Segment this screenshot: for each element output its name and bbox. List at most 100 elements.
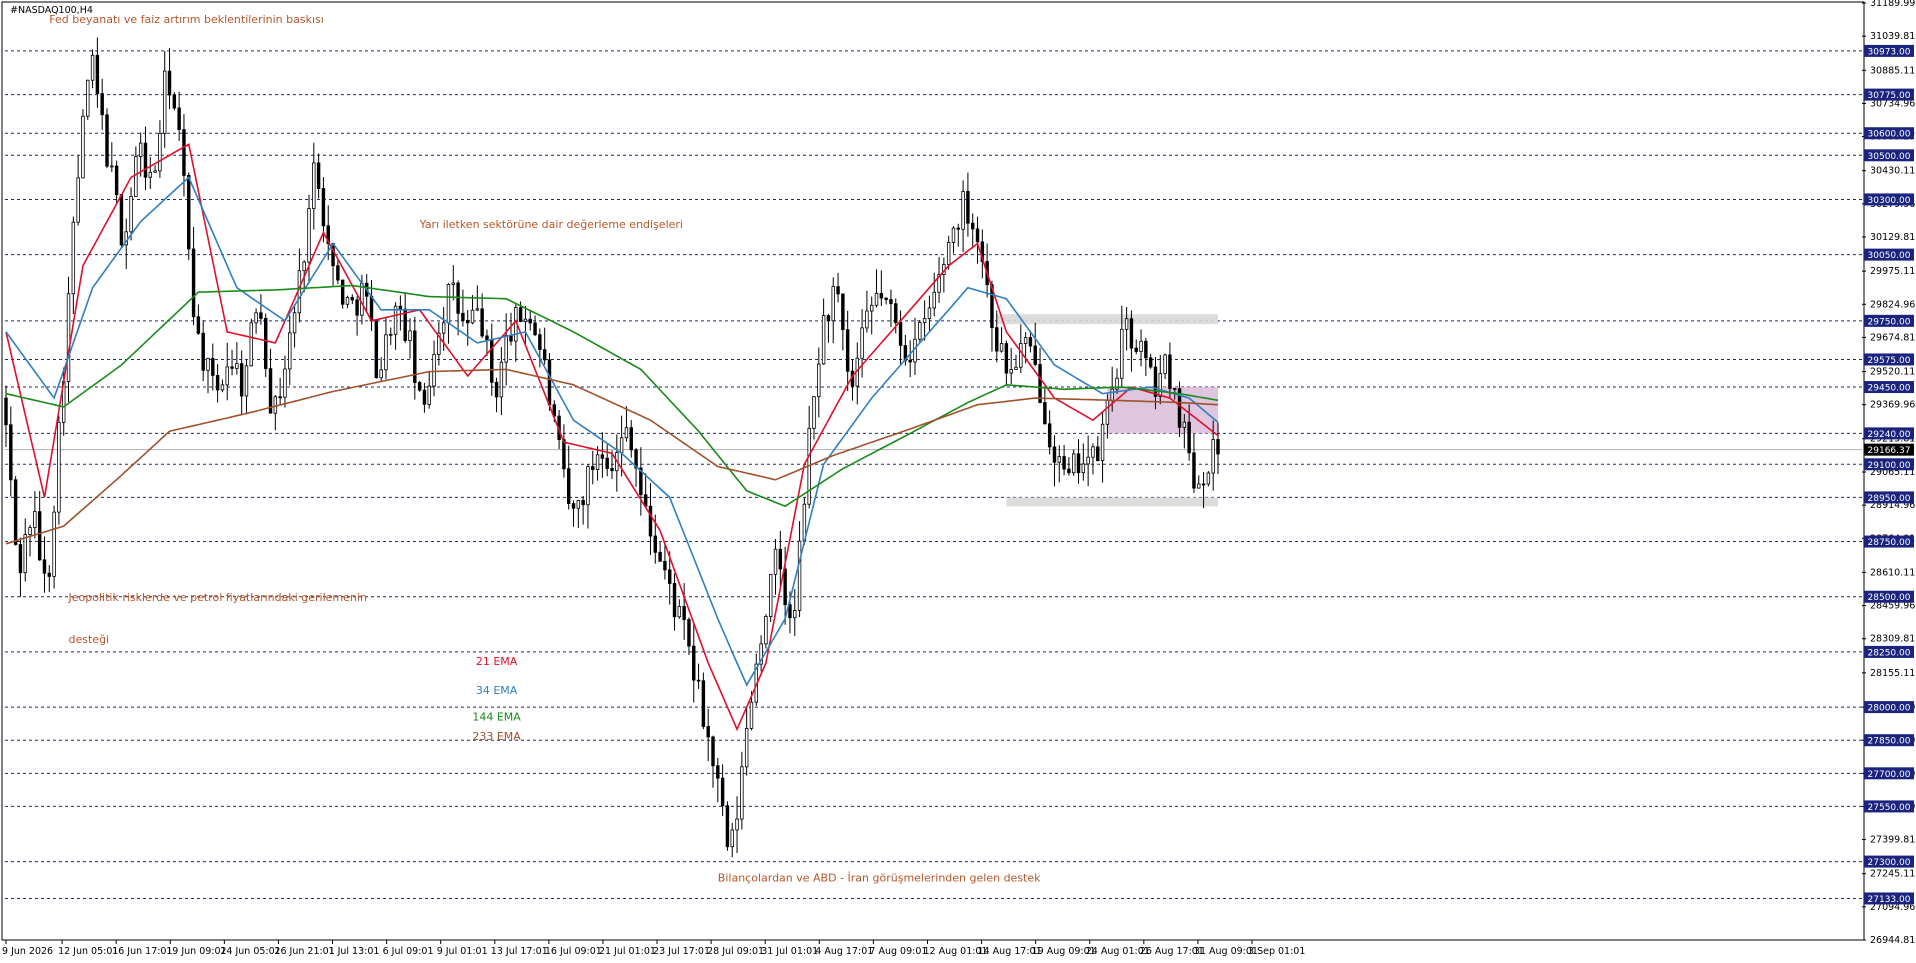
level-price-box: 28750.00 xyxy=(1864,535,1914,548)
annotation-text: Fed beyanatı ve faiz artırım beklentiler… xyxy=(49,13,324,26)
price-tick-label: 29674.81 xyxy=(1870,332,1915,343)
level-price-box: 29450.00 xyxy=(1864,381,1914,394)
candle xyxy=(417,380,422,392)
ema-legend-label: 144 EMA xyxy=(472,710,521,723)
level-price-box: 28500.00 xyxy=(1864,590,1914,603)
price-tick-label: 30885.11 xyxy=(1870,65,1915,76)
svg-text:27300.00: 27300.00 xyxy=(1868,858,1911,868)
price-tick-label: 31189.99 xyxy=(1870,0,1915,9)
level-price-box: 27133.00 xyxy=(1864,892,1914,905)
price-tick-label: 29824.96 xyxy=(1870,299,1915,310)
time-tick-label: 12 Jun 05:01 xyxy=(58,946,118,957)
price-tick-label: 29975.11 xyxy=(1870,266,1915,277)
time-tick-label: 16 Jul 09:01 xyxy=(545,946,602,957)
candle xyxy=(1206,471,1211,487)
ema-legend-label: 21 EMA xyxy=(476,655,518,668)
level-price-box: 27850.00 xyxy=(1864,734,1914,747)
level-price-box: 30300.00 xyxy=(1864,193,1914,206)
svg-text:29166.37: 29166.37 xyxy=(1868,446,1911,456)
level-price-box: 30050.00 xyxy=(1864,248,1914,261)
price-tick-label: 29369.96 xyxy=(1870,400,1915,411)
time-tick-label: 24 Jun 05:01 xyxy=(220,946,280,957)
svg-text:30300.00: 30300.00 xyxy=(1868,196,1911,206)
price-tick-label: 28309.81 xyxy=(1870,634,1915,645)
time-tick-label: 23 Jul 17:01 xyxy=(653,946,710,957)
candle xyxy=(764,614,768,649)
ema-legend-label: 34 EMA xyxy=(476,684,518,697)
level-price-box: 29750.00 xyxy=(1864,314,1914,327)
level-price-box: 30973.00 xyxy=(1864,44,1914,57)
price-tick-label: 28610.11 xyxy=(1870,567,1915,578)
level-price-box: 30600.00 xyxy=(1864,127,1914,140)
time-tick-label: 7 Aug 09:01 xyxy=(869,946,927,957)
svg-text:28250.00: 28250.00 xyxy=(1868,648,1911,658)
ema-legend-label: 233 EMA xyxy=(472,730,521,743)
price-tick-label: 26944.81 xyxy=(1870,935,1915,946)
candle xyxy=(119,193,124,249)
candle xyxy=(263,313,268,377)
svg-text:28950.00: 28950.00 xyxy=(1868,494,1911,504)
svg-text:29450.00: 29450.00 xyxy=(1868,384,1911,394)
candle xyxy=(81,109,85,179)
candle xyxy=(374,320,379,379)
candle xyxy=(86,79,90,120)
annotation-text: Jeopolitik risklerde ve petrol fiyatları… xyxy=(68,591,367,604)
svg-text:29100.00: 29100.00 xyxy=(1868,461,1911,471)
price-tick-label: 31039.81 xyxy=(1870,31,1915,42)
svg-text:28750.00: 28750.00 xyxy=(1868,538,1911,548)
svg-text:29240.00: 29240.00 xyxy=(1868,430,1911,440)
price-zone xyxy=(996,314,1218,325)
candle xyxy=(187,172,191,261)
annotation-text: Bilançolardan ve ABD - İran görüşmelerin… xyxy=(718,871,1041,884)
level-price-box: 27300.00 xyxy=(1864,855,1914,868)
price-chart[interactable]: #NASDAQ100,H4 Fed beyanatı ve faiz artır… xyxy=(0,0,1916,963)
svg-text:29575.00: 29575.00 xyxy=(1868,356,1911,366)
candle xyxy=(701,672,706,730)
svg-text:27850.00: 27850.00 xyxy=(1868,737,1911,747)
candle xyxy=(768,573,773,622)
candle xyxy=(725,801,730,851)
time-tick-label: 9 Jul 01:01 xyxy=(437,946,488,957)
time-tick-label: 21 Jul 01:01 xyxy=(599,946,656,957)
candle xyxy=(340,279,345,309)
level-price-box: 27550.00 xyxy=(1864,800,1914,813)
svg-text:28000.00: 28000.00 xyxy=(1868,704,1911,714)
level-price-box: 29100.00 xyxy=(1864,458,1914,471)
price-tick-label: 30129.81 xyxy=(1870,232,1915,243)
price-tick-label: 29520.11 xyxy=(1870,367,1915,378)
candle xyxy=(172,91,177,111)
candle xyxy=(918,319,922,343)
svg-text:30050.00: 30050.00 xyxy=(1868,251,1911,261)
svg-text:28500.00: 28500.00 xyxy=(1868,593,1911,603)
time-tick-label: 9 Jun 2026 xyxy=(2,946,53,957)
time-tick-label: 1 Jul 13:01 xyxy=(329,946,380,957)
level-price-box: 28000.00 xyxy=(1864,701,1914,714)
time-axis: 9 Jun 2026 12 Jun 05:0116 Jun 17:0119 Jun… xyxy=(2,940,1305,957)
candle xyxy=(13,476,18,546)
time-tick-label: 19 Jun 09:01 xyxy=(166,946,226,957)
level-price-box: 28950.00 xyxy=(1864,491,1914,504)
price-tick-label: 28155.11 xyxy=(1870,668,1915,679)
time-tick-label: 31 Jul 01:01 xyxy=(761,946,818,957)
time-tick-label: 4 Aug 17:01 xyxy=(815,946,873,957)
time-tick-label: 16 Jun 17:01 xyxy=(112,946,172,957)
price-axis: 31189.9931039.8130885.1130734.9630585.27… xyxy=(1862,0,1915,946)
level-price-box: 29575.00 xyxy=(1864,353,1914,366)
svg-text:30775.00: 30775.00 xyxy=(1868,91,1911,101)
svg-text:30973.00: 30973.00 xyxy=(1868,47,1911,57)
svg-text:27550.00: 27550.00 xyxy=(1868,803,1911,813)
annotation-text: desteği xyxy=(69,633,110,646)
annotation-text: Yarı iletken sektörüne dair değerleme en… xyxy=(419,218,683,231)
level-price-box: 28250.00 xyxy=(1864,645,1914,658)
time-tick-label: 6 Jul 09:01 xyxy=(383,946,434,957)
level-price-box: 30500.00 xyxy=(1864,149,1914,162)
price-tick-label: 27245.11 xyxy=(1870,869,1915,880)
svg-text:30500.00: 30500.00 xyxy=(1868,152,1911,162)
time-tick-label: 28 Jul 09:01 xyxy=(707,946,764,957)
level-price-box: 29240.00 xyxy=(1864,427,1914,440)
time-tick-label: 13 Jul 17:01 xyxy=(491,946,548,957)
current-price-box: 29166.37 xyxy=(1864,443,1914,456)
candle xyxy=(249,318,254,367)
svg-text:27133.00: 27133.00 xyxy=(1868,895,1911,905)
plot-area[interactable] xyxy=(1,1,1865,941)
